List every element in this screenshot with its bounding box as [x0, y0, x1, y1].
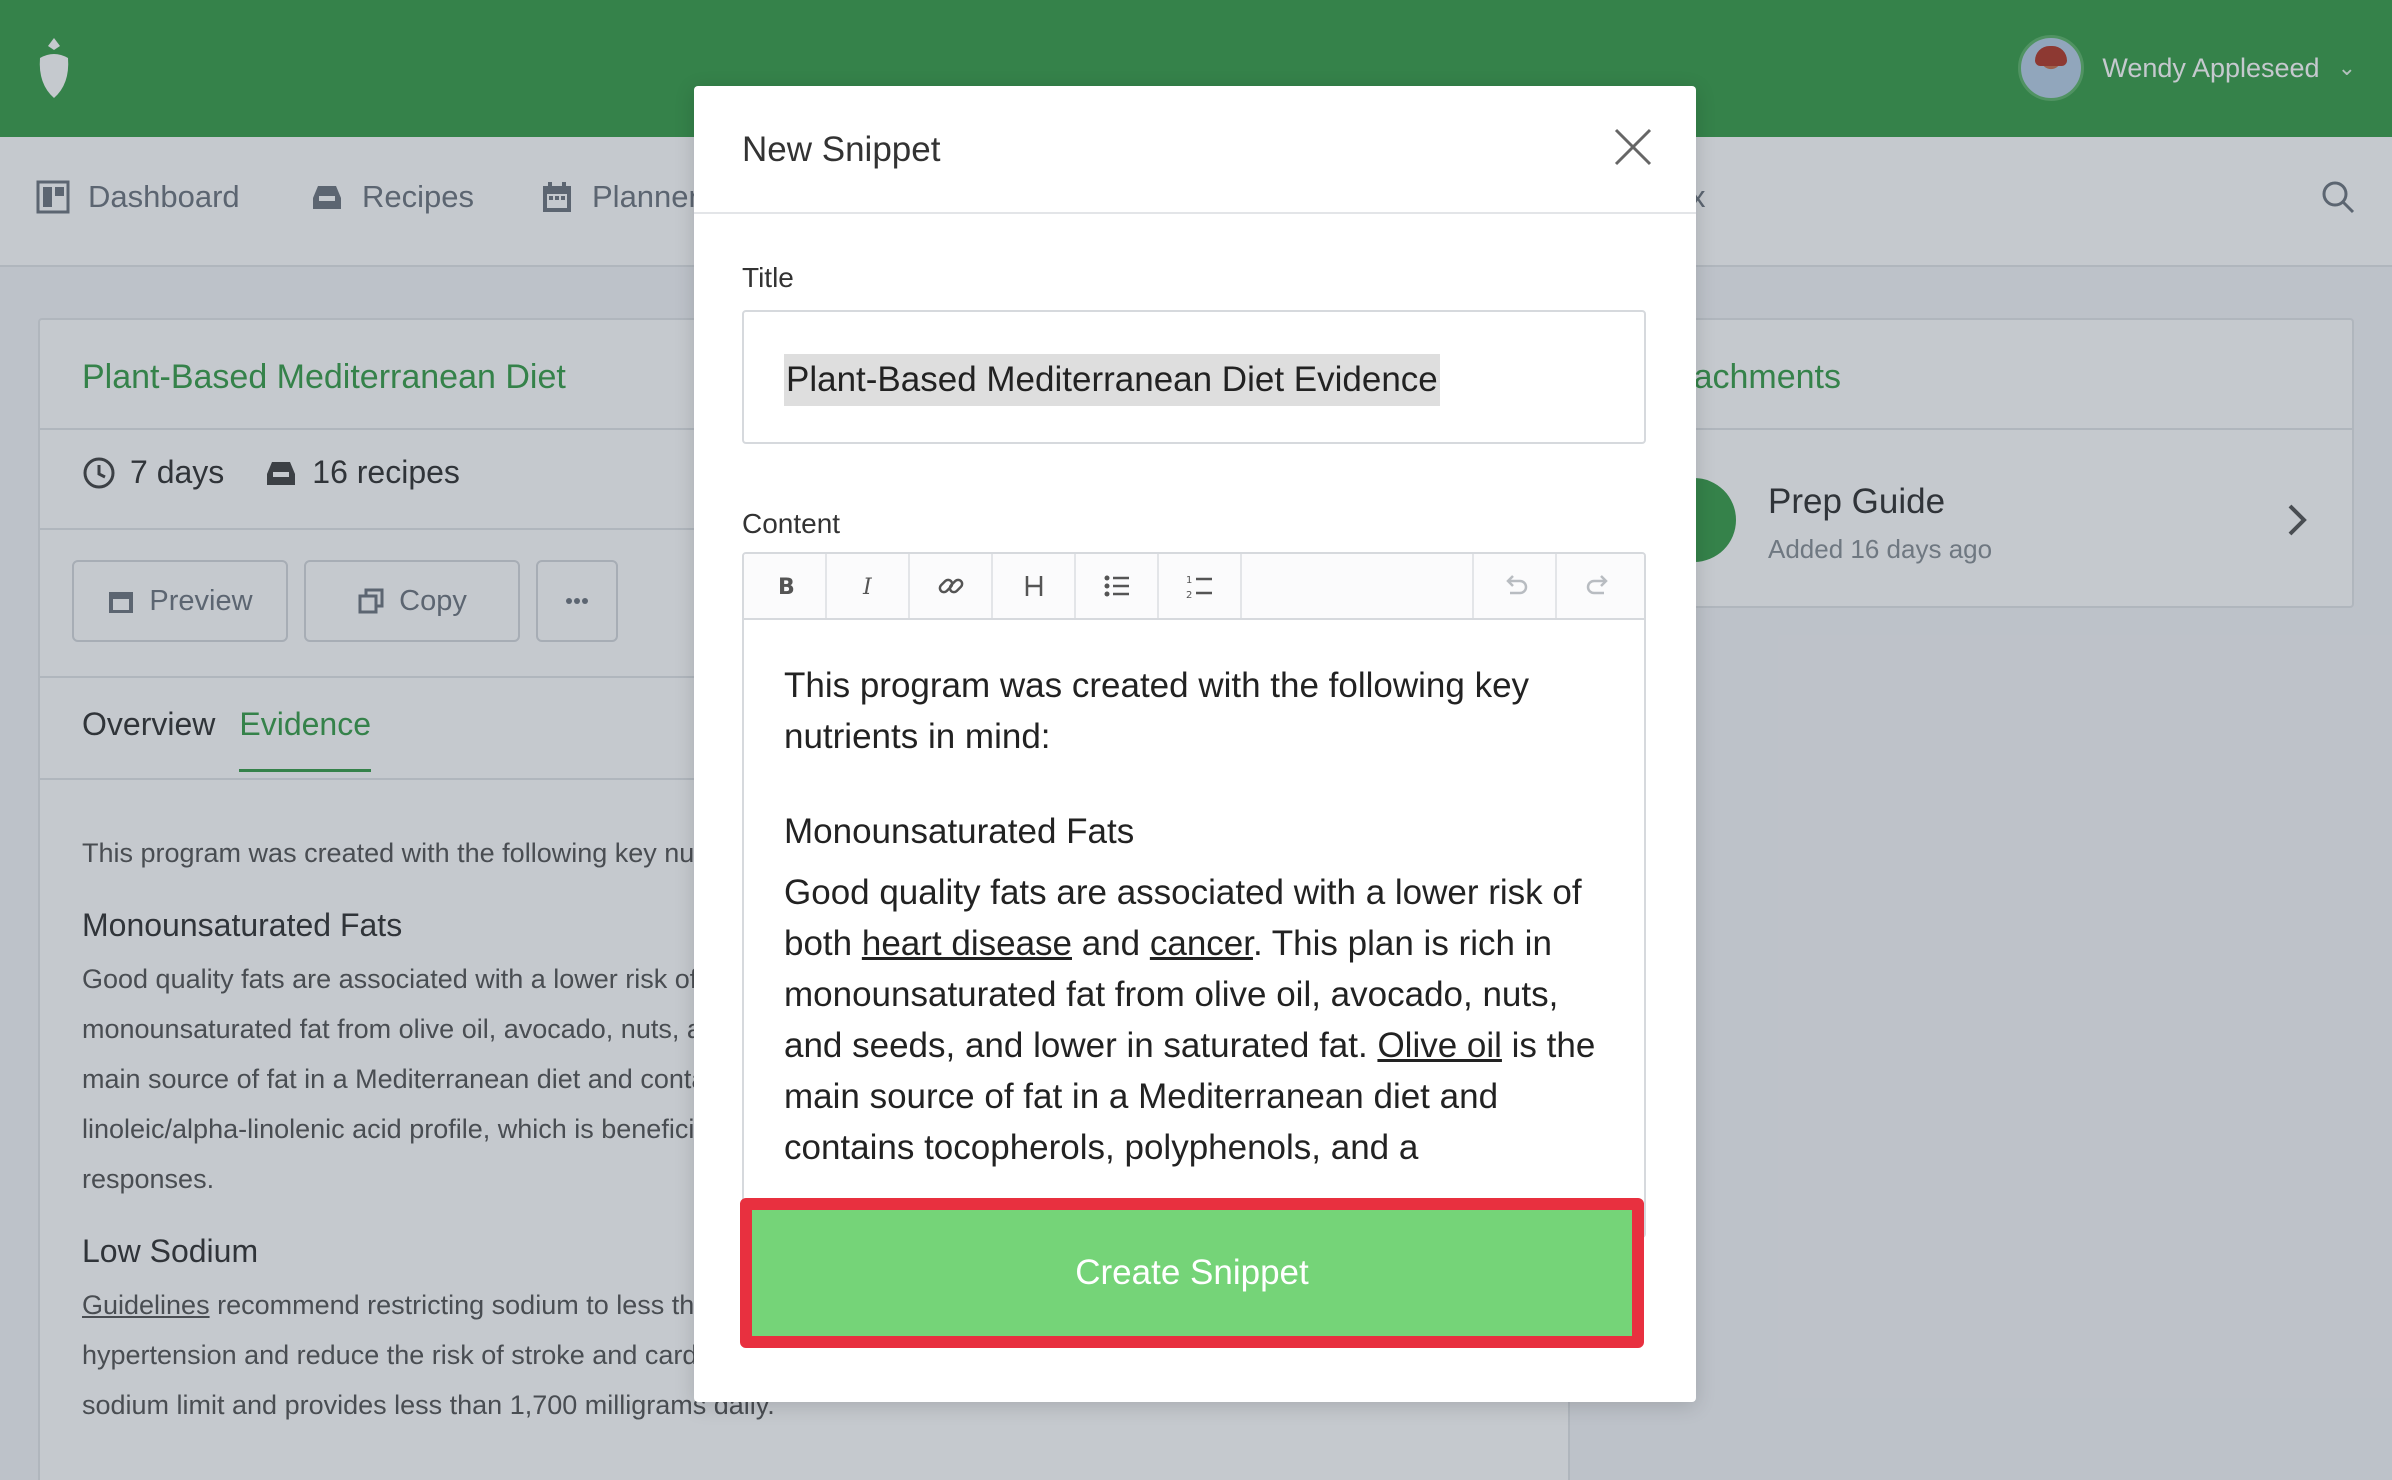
title-input-value: Plant-Based Mediterranean Diet Evidence [784, 354, 1440, 406]
create-snippet-button[interactable]: Create Snippet [740, 1198, 1644, 1348]
content-editor[interactable]: B I 12 This program was created with the… [742, 552, 1646, 1238]
undo-button[interactable] [1474, 554, 1557, 618]
svg-text:I: I [862, 575, 873, 600]
numbered-list-button[interactable]: 12 [1159, 554, 1242, 618]
bold-button[interactable]: B [744, 554, 827, 618]
heading-button[interactable] [993, 554, 1076, 618]
cancer-link[interactable]: cancer [1150, 924, 1253, 963]
heading-icon [1025, 576, 1042, 596]
bullet-list-icon [1104, 575, 1129, 597]
link-button[interactable] [910, 554, 993, 618]
content-heading: Monounsaturated Fats [784, 812, 1135, 851]
editor-toolbar: B I 12 [744, 554, 1644, 620]
svg-text:1: 1 [1186, 575, 1192, 586]
bold-icon: B [778, 575, 795, 600]
title-input[interactable]: Plant-Based Mediterranean Diet Evidence [742, 310, 1646, 444]
redo-icon [1586, 575, 1608, 595]
content-label: Content [742, 508, 841, 539]
heart-disease-link[interactable]: heart disease [862, 924, 1072, 963]
title-label: Title [742, 262, 794, 293]
olive-oil-link[interactable]: Olive oil [1377, 1026, 1501, 1065]
close-icon[interactable] [1612, 126, 1654, 168]
content-intro: This program was created with the follow… [784, 666, 1530, 756]
bullet-list-button[interactable] [1076, 554, 1159, 618]
svg-text:B: B [778, 575, 795, 600]
link-icon [938, 578, 963, 594]
content-paragraph: Good quality fats are associated with a … [784, 867, 1604, 1173]
svg-text:2: 2 [1186, 590, 1192, 601]
italic-icon: I [862, 575, 873, 600]
toolbar-spacer [1242, 554, 1474, 618]
editor-content[interactable]: This program was created with the follow… [784, 660, 1604, 1173]
italic-button[interactable]: I [827, 554, 910, 618]
modal-title: New Snippet [742, 130, 941, 169]
modal-header: New Snippet [694, 86, 1696, 214]
new-snippet-modal: New Snippet Title Plant-Based Mediterran… [694, 86, 1696, 1402]
content-text: and [1072, 924, 1150, 963]
undo-icon [1505, 575, 1527, 595]
numbered-list-icon: 12 [1186, 575, 1212, 601]
redo-button[interactable] [1557, 554, 1640, 618]
